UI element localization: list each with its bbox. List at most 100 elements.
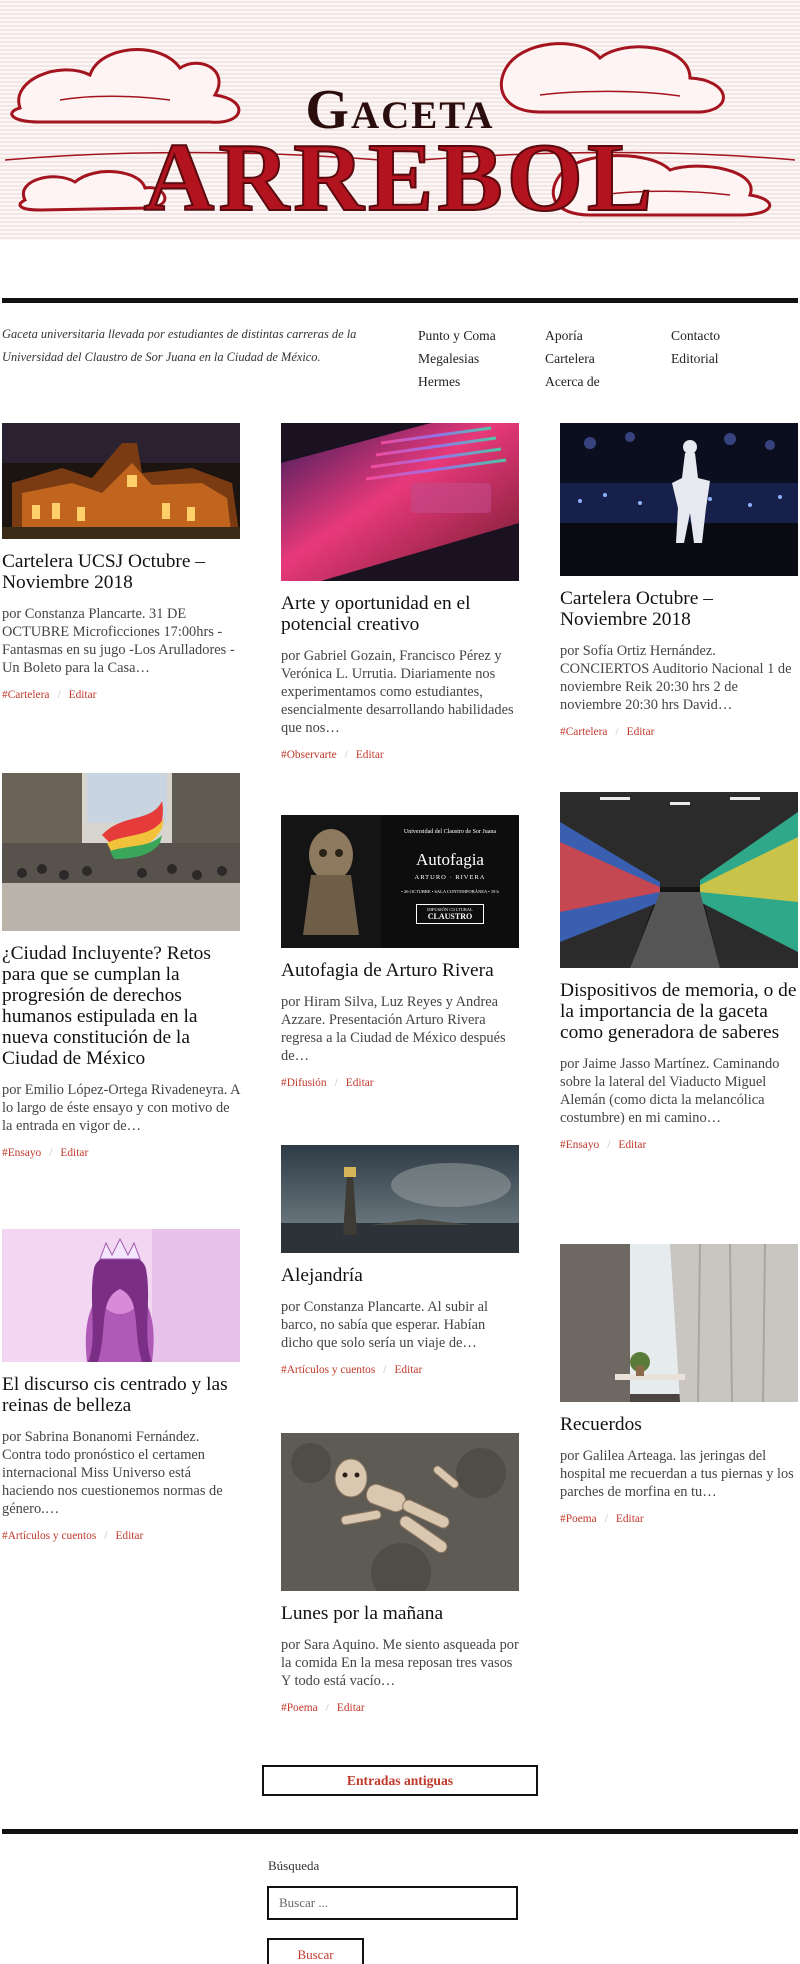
post-excerpt: por Jaime Jasso Martínez. Caminando sobr… xyxy=(560,1056,780,1126)
nav-item-editorial[interactable]: Editorial xyxy=(671,348,720,371)
post-thumbnail[interactable] xyxy=(2,1229,240,1362)
post-excerpt: por Constanza Plancarte. Al subir al bar… xyxy=(281,1299,489,1351)
post-edit-link[interactable]: Editar xyxy=(616,1513,644,1525)
post-thumbnail[interactable] xyxy=(560,792,798,968)
window-curtain-photo xyxy=(560,1244,798,1402)
meta-separator: / xyxy=(334,1077,338,1089)
post-thumbnail[interactable] xyxy=(560,1244,798,1402)
meta-separator: / xyxy=(615,726,619,738)
post-excerpt: por Hiram Silva, Luz Reyes y Andrea Azza… xyxy=(281,994,506,1064)
search-button[interactable]: Buscar xyxy=(267,1938,364,1964)
older-posts-button[interactable]: Entradas antiguas xyxy=(262,1765,538,1796)
sculpture-illustration xyxy=(281,815,381,948)
post-thumbnail[interactable]: Universidad del Claustro de Sor Juana Au… xyxy=(281,815,519,948)
post-title[interactable]: El discurso cis centrado y las reinas de… xyxy=(2,1374,240,1416)
post-category-link[interactable]: #Poema xyxy=(281,1702,318,1714)
pride-march-photo xyxy=(2,773,240,931)
post-edit-link[interactable]: Editar xyxy=(115,1530,143,1542)
post-thumbnail[interactable] xyxy=(281,1433,519,1591)
meta-separator: / xyxy=(383,1364,387,1376)
post-title[interactable]: Alejandría xyxy=(281,1265,519,1286)
nav-column-1: Punto y Coma Megalesias Hermes xyxy=(418,325,496,393)
nav-item-megalesias[interactable]: Megalesias xyxy=(418,348,496,371)
post-title[interactable]: Arte y oportunidad en el potencial creat… xyxy=(281,593,519,635)
footer-divider xyxy=(2,1829,798,1834)
post-category-link[interactable]: #Ensayo xyxy=(2,1147,41,1159)
night-building-photo xyxy=(2,423,240,539)
post-thumbnail[interactable] xyxy=(281,423,519,581)
post-edit-link[interactable]: Editar xyxy=(69,689,97,701)
nav-item-hermes[interactable]: Hermes xyxy=(418,371,496,394)
post-edit-link[interactable]: Editar xyxy=(60,1147,88,1159)
post-meta: #Artículos y cuentos / Editar xyxy=(281,1364,519,1376)
post-thumbnail[interactable] xyxy=(2,773,240,931)
post-title[interactable]: Cartelera UCSJ Octubre – Noviembre 2018 xyxy=(2,551,240,593)
post-edit-link[interactable]: Editar xyxy=(618,1139,646,1151)
poster-artist: ARTURO · RIVERA xyxy=(414,874,486,881)
post-meta: #Observarte / Editar xyxy=(281,749,519,761)
post-meta: #Difusión / Editar xyxy=(281,1077,519,1089)
post-category-link[interactable]: #Artículos y cuentos xyxy=(2,1530,96,1542)
post-category-link[interactable]: #Cartelera xyxy=(560,726,607,738)
post-category-link[interactable]: #Artículos y cuentos xyxy=(281,1364,375,1376)
nav-item-aporia[interactable]: Aporía xyxy=(545,325,600,348)
post-card: Recuerdos por Galilea Arteaga. las jerin… xyxy=(560,1244,798,1525)
poster-details: • 26 OCTUBRE • SALA CONTEMPORÁNEA • 19 h xyxy=(401,889,499,894)
concert-stage-photo xyxy=(560,423,798,576)
post-card: Arte y oportunidad en el potencial creat… xyxy=(281,423,519,761)
post-edit-link[interactable]: Editar xyxy=(356,749,384,761)
poster-badge-label: CLAUSTRO xyxy=(427,912,473,921)
post-excerpt: por Emilio López-Ortega Rivadeneyra. A l… xyxy=(2,1082,240,1134)
poster-title: Autofagia xyxy=(416,850,484,869)
post-title[interactable]: ¿Ciudad Incluyente? Retos para que se cu… xyxy=(2,943,240,1069)
post-excerpt: por Galilea Arteaga. las jeringas del ho… xyxy=(560,1448,794,1500)
meta-separator: / xyxy=(325,1702,329,1714)
nav-item-acerca-de[interactable]: Acerca de xyxy=(545,371,600,394)
site-masthead[interactable]: Gaceta Arrebol xyxy=(0,0,800,240)
post-title[interactable]: Dispositivos de memoria, o de la importa… xyxy=(560,980,798,1043)
meta-separator: / xyxy=(604,1513,608,1525)
post-title[interactable]: Recuerdos xyxy=(560,1414,798,1435)
post-category-link[interactable]: #Ensayo xyxy=(560,1139,599,1151)
beauty-queen-photo xyxy=(2,1229,240,1362)
post-excerpt: por Sabrina Bonanomi Fernández. Contra t… xyxy=(2,1429,223,1517)
post-category-link[interactable]: #Observarte xyxy=(281,749,337,761)
post-category-link[interactable]: #Cartelera xyxy=(2,689,49,701)
post-excerpt: por Gabriel Gozain, Francisco Pérez y Ve… xyxy=(281,648,514,736)
post-thumbnail[interactable] xyxy=(560,423,798,576)
post-title[interactable]: Cartelera Octubre – Noviembre 2018 xyxy=(560,588,798,630)
post-title[interactable]: Lunes por la mañana xyxy=(281,1603,519,1624)
post-category-link[interactable]: #Difusión xyxy=(281,1077,327,1089)
post-card: ¿Ciudad Incluyente? Retos para que se cu… xyxy=(2,773,240,1159)
post-excerpt: por Sofía Ortiz Hernández. CONCIERTOS Au… xyxy=(560,643,792,713)
post-edit-link[interactable]: Editar xyxy=(627,726,655,738)
masthead-title-main: Arrebol xyxy=(144,124,657,232)
post-meta: #Ensayo / Editar xyxy=(2,1147,240,1159)
meta-separator: / xyxy=(104,1530,108,1542)
post-category-link[interactable]: #Poema xyxy=(560,1513,597,1525)
post-card: Alejandría por Constanza Plancarte. Al s… xyxy=(281,1145,519,1376)
meta-separator: / xyxy=(344,749,348,761)
nav-item-cartelera[interactable]: Cartelera xyxy=(545,348,600,371)
post-card: El discurso cis centrado y las reinas de… xyxy=(2,1229,240,1542)
nav-item-contacto[interactable]: Contacto xyxy=(671,325,720,348)
search-input[interactable] xyxy=(267,1886,518,1920)
post-meta: #Poema / Editar xyxy=(560,1513,798,1525)
nav-column-2: Aporía Cartelera Acerca de xyxy=(545,325,600,393)
meta-separator: / xyxy=(607,1139,611,1151)
post-edit-link[interactable]: Editar xyxy=(394,1364,422,1376)
broken-doll-photo xyxy=(281,1433,519,1591)
post-thumbnail[interactable] xyxy=(281,1145,519,1253)
header-divider xyxy=(2,298,798,303)
lighthouse-painting xyxy=(281,1145,519,1253)
laptop-keyboard-photo xyxy=(281,423,519,581)
nav-item-punto-y-coma[interactable]: Punto y Coma xyxy=(418,325,496,348)
post-title[interactable]: Autofagia de Arturo Rivera xyxy=(281,960,519,981)
post-thumbnail[interactable] xyxy=(2,423,240,539)
post-edit-link[interactable]: Editar xyxy=(337,1702,365,1714)
nav-column-3: Contacto Editorial xyxy=(671,325,720,371)
search-label: Búsqueda xyxy=(268,1858,320,1873)
graffiti-tunnel-photo xyxy=(560,792,798,968)
post-edit-link[interactable]: Editar xyxy=(346,1077,374,1089)
post-meta: #Cartelera / Editar xyxy=(2,689,240,701)
